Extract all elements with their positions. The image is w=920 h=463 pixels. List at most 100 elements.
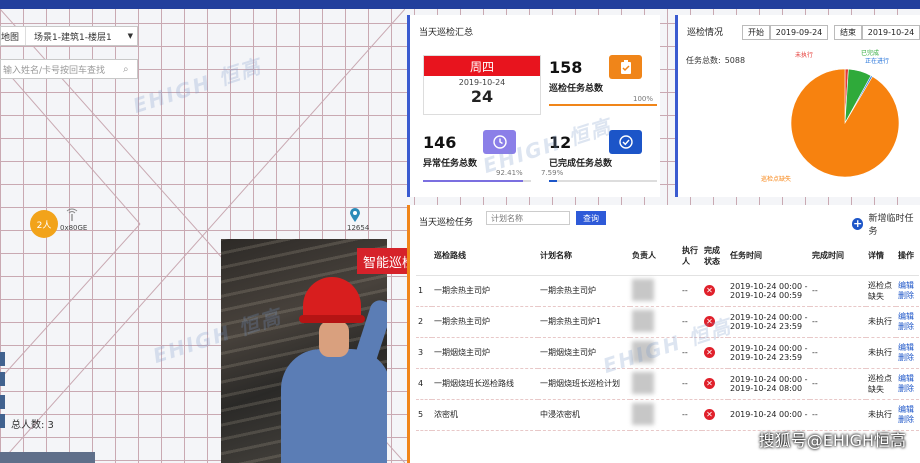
clipboard-icon xyxy=(609,55,642,79)
pie-slice[interactable] xyxy=(790,68,900,178)
route-name: 一期余热主司炉 xyxy=(432,275,538,307)
beacon-id: 0x80GE xyxy=(60,224,88,232)
query-button[interactable]: 查询 xyxy=(576,211,606,225)
actions-cell: 编辑 删除 xyxy=(896,275,919,307)
inspection-pie-chart: 未执行 已完成正在进行巡检点缺失 xyxy=(761,49,900,183)
abnormal-tasks-value: 146 xyxy=(423,133,457,152)
detail: 未执行 xyxy=(866,399,896,431)
date: 2019-10-24 xyxy=(458,78,506,87)
task-time-start: 2019-10-24 00:00 - xyxy=(730,374,808,384)
executor: -- xyxy=(680,368,702,400)
caret-down-icon: ▼ xyxy=(127,32,133,40)
completed-tasks-bar xyxy=(549,180,657,182)
task-time-end: 2019-10-24 23:59 xyxy=(730,321,803,331)
dashboard-panel: 当天巡检汇总 周四 2019-10-24 24 158 巡检任务总数 100% … xyxy=(405,13,920,463)
detail: 巡检点缺失 xyxy=(866,368,896,400)
abnormal-tasks-bar xyxy=(423,180,531,182)
delete-link[interactable]: 删除 xyxy=(898,353,917,363)
route-name: 一期余热主司炉 xyxy=(432,306,538,338)
task-time-start: 2019-10-24 00:00 - xyxy=(730,410,808,419)
task-time-start: 2019-10-24 00:00 - xyxy=(730,343,808,353)
inspection-title: 巡检情况 xyxy=(687,28,724,38)
table-row[interactable]: 5 浓密机 中浸浓密机 -- ✕ 2019-10-24 00:00 - -- 未执行 编辑 删除 xyxy=(416,399,919,431)
edit-link[interactable]: 编辑 xyxy=(898,281,917,291)
delete-link[interactable]: 删除 xyxy=(898,322,917,332)
total-tasks-value: 158 xyxy=(549,58,583,77)
completed-tasks-percent: 7.59% xyxy=(541,169,564,177)
plan-name: 中浸浓密机 xyxy=(538,399,630,431)
start-date-input[interactable]: 2019-09-24 xyxy=(770,25,828,40)
edit-link[interactable]: 编辑 xyxy=(898,312,917,322)
finish-time: -- xyxy=(810,275,866,307)
status-cell: ✕ xyxy=(702,368,728,400)
column-header: 任务时间 xyxy=(728,237,810,276)
source-credit: 搜狐号@EHIGH恒高 xyxy=(758,431,906,450)
task-time-end: 2019-10-24 00:59 xyxy=(730,290,803,300)
location-pin-icon[interactable] xyxy=(350,208,360,222)
actions-cell: 编辑 删除 xyxy=(896,337,919,369)
abnormal-tasks-bar-fill xyxy=(423,180,523,182)
people-cluster-marker[interactable]: 2人 xyxy=(30,210,58,238)
abnormal-tasks-label: 异常任务总数 xyxy=(423,159,478,169)
completed-tasks-label: 已完成任务总数 xyxy=(549,159,613,169)
delete-link[interactable]: 删除 xyxy=(898,415,917,425)
search-icon[interactable]: ⌕ xyxy=(123,64,137,75)
actions-cell: 编辑 删除 xyxy=(896,306,919,338)
side-tab[interactable] xyxy=(0,414,5,428)
delete-link[interactable]: 删除 xyxy=(898,384,917,394)
owner-cell xyxy=(630,368,680,400)
start-label: 开始 xyxy=(742,25,770,40)
task-total-value: 5088 xyxy=(724,56,746,65)
finish-time: -- xyxy=(810,337,866,369)
plus-icon: + xyxy=(852,217,864,230)
column-header: 操作 xyxy=(896,237,919,276)
map-view-label: 地图 xyxy=(1,27,27,45)
detail: 未执行 xyxy=(866,306,896,338)
column-header: 巡检路线 xyxy=(432,237,538,276)
total-tasks-bar xyxy=(549,104,657,106)
task-time-end: 2019-10-24 08:00 xyxy=(730,383,803,393)
table-row[interactable]: 4 一期烟烧班长巡检路线 一期烟烧班长巡检计划 -- ✕ 2019-10-24 00:00… xyxy=(416,368,919,400)
finish-time: -- xyxy=(810,306,866,338)
executor: -- xyxy=(680,275,702,307)
detail: 巡检点缺失 xyxy=(866,275,896,307)
side-tab[interactable] xyxy=(0,372,5,386)
owner-cell xyxy=(630,275,680,307)
scene-select[interactable]: 地图 场景1-建筑1-楼层1 ▼ xyxy=(0,26,138,46)
person-search-input[interactable]: 输入姓名/卡号按回车查找 ⌕ xyxy=(0,59,138,79)
beacon-icon[interactable] xyxy=(64,208,80,222)
delete-link[interactable]: 删除 xyxy=(898,291,917,301)
worker-neck xyxy=(319,321,349,357)
top-bar xyxy=(0,0,920,9)
detail: 未执行 xyxy=(866,337,896,369)
pie-label: 正在进行 xyxy=(865,57,889,65)
pie-label: 未执行 xyxy=(795,51,813,59)
row-index: 5 xyxy=(416,399,432,431)
add-temp-task-button[interactable]: + 新增临时任务 xyxy=(852,211,920,237)
person-search-placeholder: 输入姓名/卡号按回车查找 xyxy=(3,65,106,76)
incomplete-icon: ✕ xyxy=(704,409,715,420)
date-box: 周四 2019-10-24 24 xyxy=(423,55,541,115)
actions-cell: 编辑 删除 xyxy=(896,399,919,431)
edit-link[interactable]: 编辑 xyxy=(898,343,917,353)
edit-link[interactable]: 编辑 xyxy=(898,405,917,415)
edit-link[interactable]: 编辑 xyxy=(898,374,917,384)
end-label: 结束 xyxy=(834,25,862,40)
bottom-tab[interactable] xyxy=(0,452,95,463)
incomplete-icon: ✕ xyxy=(704,285,715,296)
route-name: 一期烟烧班长巡检路线 xyxy=(432,368,538,400)
side-tab[interactable] xyxy=(0,352,5,366)
completed-tasks-bar-fill xyxy=(549,180,558,182)
end-date-input[interactable]: 2019-10-24 xyxy=(862,25,920,40)
inspection-status-card: 巡检情况 开始 2019-09-24 结束 2019-10-24 任务总数: 50… xyxy=(675,15,920,197)
column-header: 执行人 xyxy=(680,237,702,276)
table-row[interactable]: 1 一期余热主司炉 一期余热主司炉 -- ✕ 2019-10-24 00:00 -2019… xyxy=(416,275,919,307)
plan-name-input[interactable]: 计划名称 xyxy=(486,211,570,225)
owner-cell xyxy=(630,399,680,431)
total-tasks-bar-fill xyxy=(549,104,657,106)
column-header xyxy=(416,237,432,276)
blurred-owner xyxy=(632,309,654,332)
status-cell: ✕ xyxy=(702,275,728,307)
side-tab[interactable] xyxy=(0,395,5,409)
blurred-owner xyxy=(632,402,654,425)
